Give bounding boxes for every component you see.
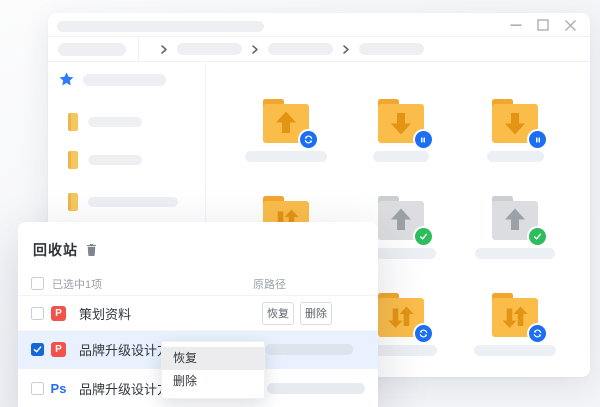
folder-item[interactable] [378, 99, 424, 143]
restore-button[interactable]: 恢复 [262, 302, 294, 325]
delete-button[interactable]: 删除 [300, 302, 332, 325]
folder-icon [68, 193, 78, 211]
folder-icon-up [263, 99, 309, 143]
breadcrumb-toolbar [48, 37, 590, 62]
minimize-icon [510, 19, 522, 31]
checkbox-checked[interactable] [31, 343, 44, 356]
file-row[interactable]: P 策划资料 恢复删除 [18, 296, 378, 331]
folder-label-placeholder [487, 151, 544, 162]
folder-item[interactable] [492, 196, 538, 240]
pause-badge-icon [529, 131, 546, 148]
context-menu-restore[interactable]: 恢复 [162, 347, 264, 370]
folder-item[interactable] [492, 293, 538, 337]
folder-icon-transfer [492, 293, 538, 337]
folder-item[interactable] [263, 99, 309, 143]
context-menu-delete[interactable]: 删除 [162, 370, 264, 393]
close-button[interactable] [563, 18, 577, 32]
breadcrumb-segment-placeholder[interactable] [177, 43, 242, 55]
window-titlebar [48, 13, 590, 37]
folder-icon-up [378, 196, 424, 240]
folder-label-placeholder [474, 345, 556, 356]
original-path-placeholder [267, 383, 365, 394]
chevron-right-icon [251, 45, 259, 54]
pause-badge-icon [415, 131, 432, 148]
ppt-letter: P [51, 342, 66, 357]
desktop-background: 回收站 已选中1项 原路径 P策划资料恢复删除P品牌升级设计方案Ps品牌升级设计… [0, 0, 600, 407]
maximize-button[interactable] [536, 18, 550, 32]
folder-icon-transfer [378, 293, 424, 337]
context-menu: 恢复删除 [161, 341, 265, 399]
checkbox-unchecked[interactable] [31, 382, 44, 395]
folder-item[interactable] [378, 196, 424, 240]
row-actions: 恢复删除 [262, 302, 332, 325]
sidebar-item-folder[interactable] [68, 113, 142, 131]
ppt-file-icon: P [51, 306, 66, 321]
sidebar-item-folder[interactable] [68, 193, 178, 211]
sync-badge-icon [415, 325, 432, 342]
sidebar-item-folder[interactable] [68, 151, 142, 169]
trash-icon[interactable] [86, 244, 97, 256]
original-path-placeholder [265, 344, 353, 355]
folder-icon [68, 113, 78, 131]
folder-item[interactable] [378, 293, 424, 337]
folder-label-placeholder [373, 151, 429, 162]
folder-label-placeholder [245, 151, 327, 162]
path-column-header: 原路径 [253, 276, 286, 292]
toolbar-divider [138, 37, 139, 61]
folder-item[interactable] [492, 99, 538, 143]
chevron-right-icon [342, 45, 350, 54]
sync-badge-icon [529, 325, 546, 342]
minimize-button[interactable] [509, 18, 523, 32]
selection-count-label: 已选中1项 [52, 276, 102, 292]
maximize-icon [537, 19, 549, 31]
breadcrumb-segment-placeholder[interactable] [359, 43, 424, 55]
folder-icon-down [492, 99, 538, 143]
checkbox-unchecked[interactable] [31, 307, 44, 320]
panel-title: 回收站 [33, 240, 78, 260]
file-name: 策划资料 [79, 304, 131, 323]
sync-badge-icon [300, 131, 317, 148]
list-header: 已选中1项 原路径 [18, 272, 378, 296]
folder-icon-down [378, 99, 424, 143]
ppt-letter: P [51, 306, 66, 321]
toolbar-left-placeholder [58, 43, 126, 56]
chevron-right-icon [160, 45, 168, 54]
star-icon [58, 71, 75, 88]
check-badge-icon [415, 228, 432, 245]
select-all-checkbox[interactable] [31, 277, 44, 290]
folder-icon [68, 151, 78, 169]
sidebar-label-placeholder [88, 155, 142, 165]
panel-title-row: 回收站 [33, 240, 97, 260]
sidebar-label-placeholder [88, 197, 178, 207]
ppt-file-icon: P [51, 342, 66, 357]
check-badge-icon [529, 228, 546, 245]
ps-letters: Ps [51, 381, 67, 396]
breadcrumb-segment-placeholder[interactable] [268, 43, 333, 55]
breadcrumb [160, 37, 424, 61]
window-controls [509, 13, 577, 37]
psd-file-icon: Ps [51, 381, 66, 396]
close-icon [564, 19, 577, 32]
window-title-placeholder [57, 21, 264, 32]
favorites-label-placeholder [83, 74, 166, 86]
sidebar-item-favorites[interactable] [58, 71, 166, 88]
sidebar-label-placeholder [88, 117, 142, 127]
folder-label-placeholder [475, 248, 555, 259]
folder-icon-up [492, 196, 538, 240]
